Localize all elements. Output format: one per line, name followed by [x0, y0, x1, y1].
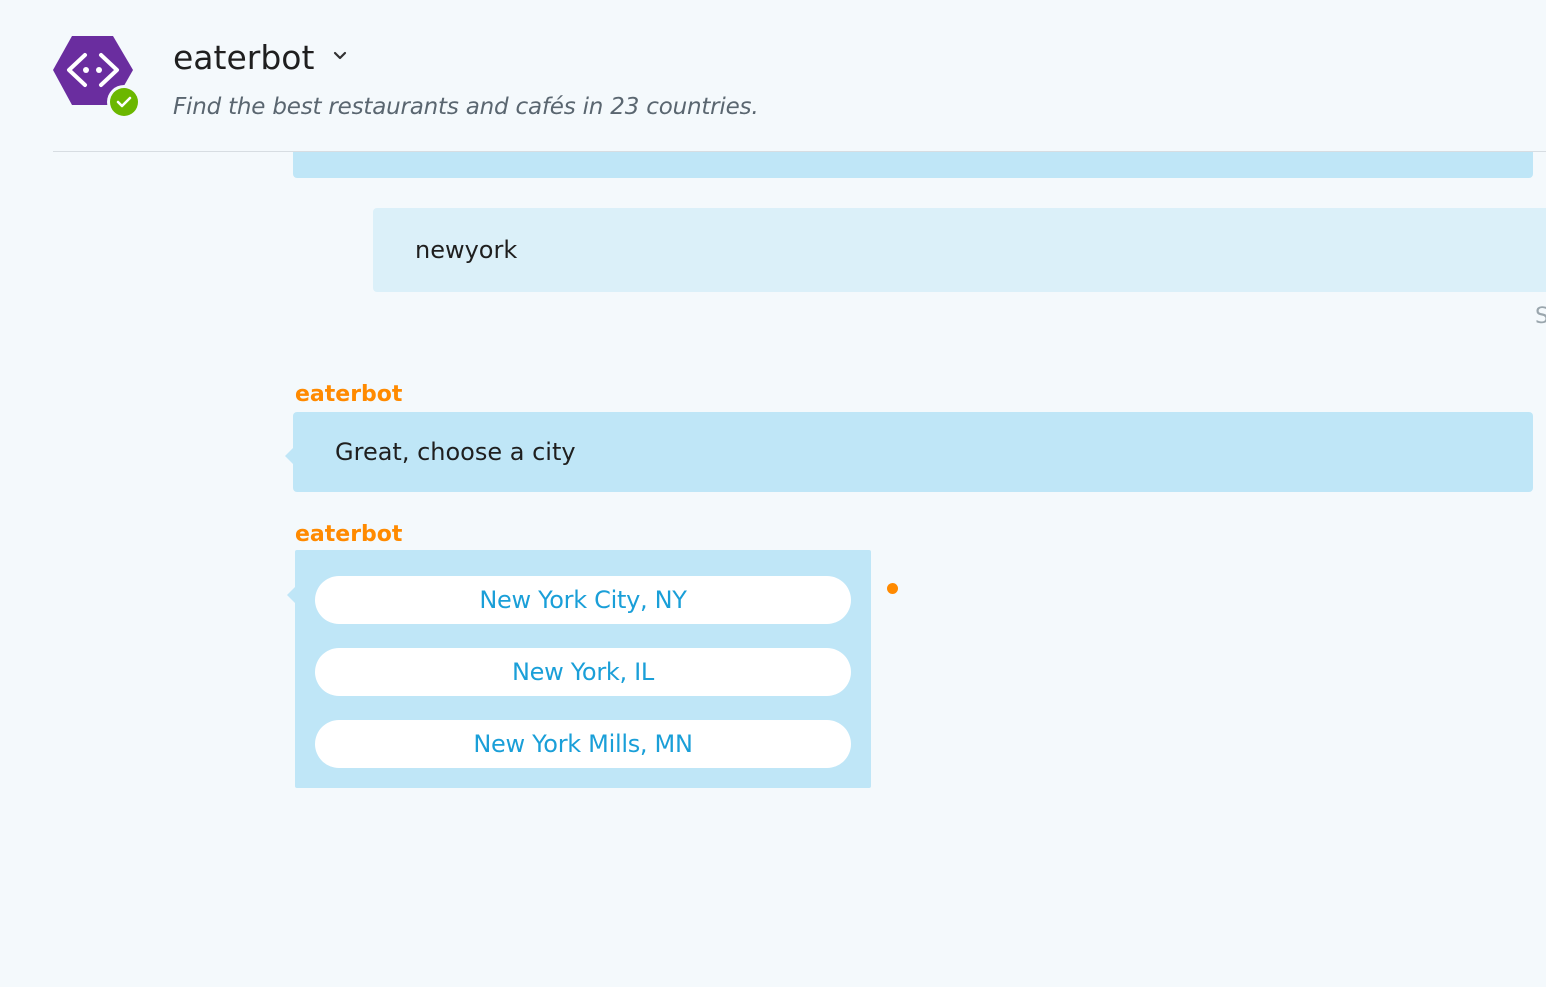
previous-bot-message: [293, 152, 1533, 178]
bot-message-bubble: Great, choose a city: [285, 412, 1533, 492]
city-choices-card: New York City, NY New York, IL New York …: [287, 550, 871, 788]
code-brackets-icon: [53, 36, 141, 119]
user-message-text: newyork: [415, 236, 518, 264]
user-message-bubble: newyork: [373, 208, 1546, 292]
chat-page: eaterbot Find the best restaurants and c…: [0, 0, 1546, 987]
sending-status-dot: [887, 583, 898, 594]
chevron-down-icon[interactable]: [330, 46, 350, 66]
bot-sender-name: eaterbot: [295, 382, 403, 407]
online-badge: [107, 85, 141, 119]
choice-button-new-york-il[interactable]: New York, IL: [315, 648, 851, 696]
bot-name: eaterbot: [173, 38, 315, 77]
choice-button-new-york-city-ny[interactable]: New York City, NY: [315, 576, 851, 624]
choice-button-new-york-mills-mn[interactable]: New York Mills, MN: [315, 720, 851, 768]
bot-avatar[interactable]: [53, 33, 143, 119]
bot-description: Find the best restaurants and cafés in 2…: [173, 94, 759, 120]
user-message-status: S: [1535, 304, 1546, 329]
choices-sender-name: eaterbot: [295, 522, 403, 547]
bot-message-text: Great, choose a city: [335, 438, 576, 466]
